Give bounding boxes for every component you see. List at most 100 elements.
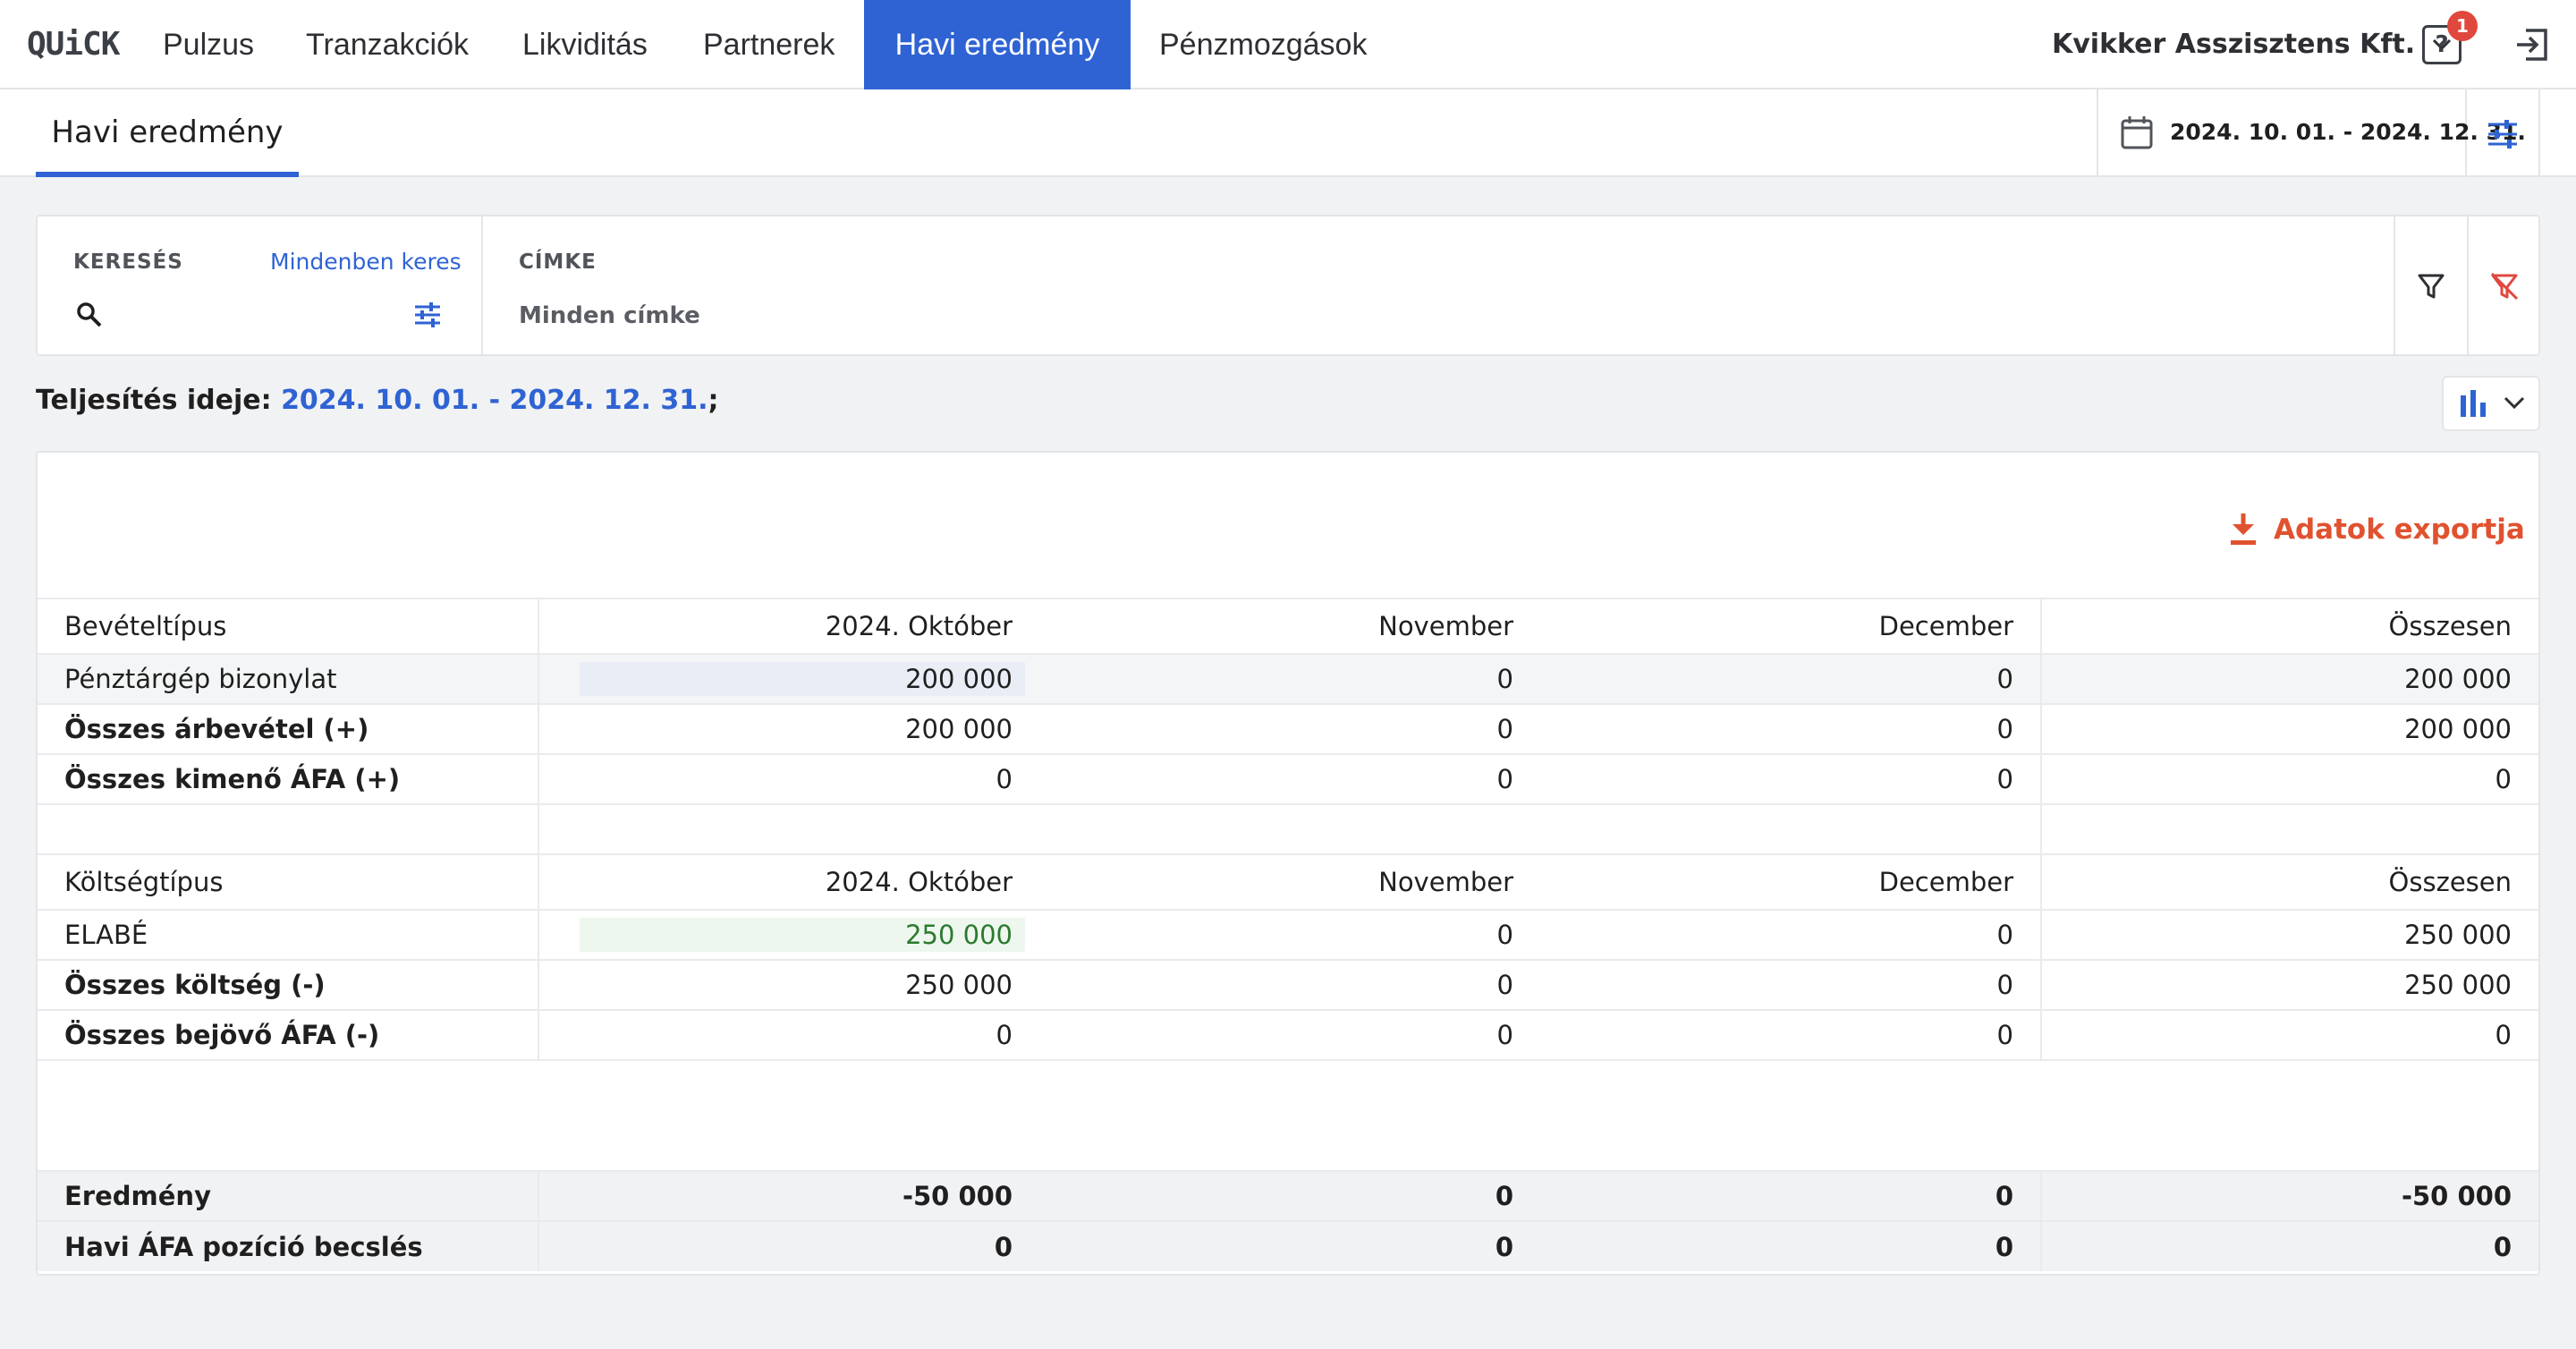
bar-chart-icon <box>2458 388 2488 422</box>
nav-item-likviditas[interactable]: Likviditás <box>522 0 648 89</box>
value-cell: 0 <box>1540 1220 2042 1271</box>
value-cell: 0 <box>1039 1009 1540 1060</box>
value-cell: 0 <box>1039 703 1540 754</box>
value-cell: 0 <box>1540 703 2042 754</box>
value-cell[interactable]: 250 000 <box>580 918 1025 952</box>
value-cell: 0 <box>1540 909 2042 960</box>
value-cell: 250 000 <box>2041 909 2538 960</box>
value-cell: 0 <box>538 753 1039 804</box>
top-navigation: QUiCK Pulzus Tranzakciók Likviditás Part… <box>0 0 2576 89</box>
nav-item-tranzakciok[interactable]: Tranzakciók <box>306 0 469 89</box>
export-label: Adatok exportja <box>2274 513 2525 546</box>
row-label: Összes árbevétel (+) <box>38 703 539 754</box>
table-row: Összes kimenő ÁFA (+) 0 0 0 0 <box>38 753 2538 804</box>
divider <box>2394 216 2395 354</box>
column-header: December <box>1540 598 2042 654</box>
value-cell: 200 000 <box>2041 653 2538 704</box>
table-row: Összes bejövő ÁFA (-) 0 0 0 0 <box>38 1009 2538 1060</box>
nav-item-penzmozgasok[interactable]: Pénzmozgások <box>1159 0 1367 89</box>
tune-icon[interactable] <box>411 299 444 331</box>
table-row[interactable]: Pénztárgép bizonylat 200 000 0 0 200 000 <box>38 653 2538 704</box>
company-name: Kvikker Asszisztens Kft. <box>2052 29 2416 60</box>
table-row: Havi ÁFA pozíció becslés 0 0 0 0 <box>38 1220 2538 1271</box>
tune-icon[interactable] <box>2483 115 2522 154</box>
value-cell: 250 000 <box>538 959 1039 1010</box>
value-cell: 0 <box>1039 959 1540 1010</box>
row-label: Összes kimenő ÁFA (+) <box>38 753 539 804</box>
value-cell: -50 000 <box>2041 1170 2538 1221</box>
value-cell: 0 <box>1039 753 1540 804</box>
row-label: Összes költség (-) <box>38 959 539 1010</box>
tag-label: CÍMKE <box>519 250 597 274</box>
chart-view-toggle[interactable] <box>2442 376 2540 431</box>
value-cell: 0 <box>1540 959 2042 1010</box>
export-button[interactable]: Adatok exportja <box>2227 503 2525 556</box>
value-cell[interactable]: 200 000 <box>580 662 1025 696</box>
value-cell: 250 000 <box>2041 959 2538 1010</box>
column-header: November <box>1039 598 1540 654</box>
nav-item-pulzus[interactable]: Pulzus <box>163 0 254 89</box>
info-date-range[interactable]: 2024. 10. 01. - 2024. 12. 31. <box>281 385 708 416</box>
table-row[interactable]: ELABÉ 250 000 0 0 250 000 <box>38 909 2538 960</box>
company-selector[interactable]: Kvikker Asszisztens Kft. <box>2052 0 2452 89</box>
divider <box>2467 216 2469 354</box>
table-row: Összes árbevétel (+) 200 000 0 0 200 000 <box>38 703 2538 754</box>
column-header: 2024. Október <box>538 853 1039 910</box>
value-cell: 0 <box>538 1220 1039 1271</box>
value-cell: 0 <box>2041 753 2538 804</box>
nav-item-partnerek[interactable]: Partnerek <box>703 0 835 89</box>
value-cell: 0 <box>1039 653 1540 704</box>
filter-panel: KERESÉS Mindenben keres CÍMKE Minden cím… <box>36 215 2540 356</box>
column-header: Összesen <box>2041 853 2538 910</box>
column-header: Bevételtípus <box>38 598 539 654</box>
value-cell: 0 <box>2041 1009 2538 1060</box>
row-label: Összes bejövő ÁFA (-) <box>38 1009 539 1060</box>
date-range-value: 2024. 10. 01. - 2024. 12. 31. <box>2170 119 2526 145</box>
divider <box>2538 89 2540 177</box>
nav-item-havi-eredmeny[interactable]: Havi eredmény <box>864 0 1131 89</box>
row-label: Eredmény <box>38 1170 539 1221</box>
app-logo[interactable]: QUiCK <box>27 25 120 64</box>
download-icon <box>2231 513 2256 545</box>
search-everywhere-link[interactable]: Mindenben keres <box>270 249 462 275</box>
table-spacer-row <box>38 1059 2538 1171</box>
logout-icon[interactable] <box>2512 25 2551 64</box>
search-input[interactable] <box>113 297 426 333</box>
performance-date-info: Teljesítés ideje: 2024. 10. 01. - 2024. … <box>36 385 719 416</box>
table-header-row: Bevételtípus 2024. Október November Dece… <box>38 598 2538 654</box>
search-label: KERESÉS <box>73 250 183 274</box>
filter-clear-icon[interactable] <box>2488 270 2521 302</box>
column-header: Összesen <box>2041 598 2538 654</box>
value-cell: 0 <box>1540 1009 2042 1060</box>
info-prefix: Teljesítés ideje: <box>36 385 272 416</box>
value-cell: 0 <box>538 1009 1039 1060</box>
table-row: Eredmény -50 000 0 0 -50 000 <box>38 1170 2538 1221</box>
value-cell: 0 <box>1540 653 2042 704</box>
row-label: Pénztárgép bizonylat <box>38 653 539 704</box>
table-header-row: Költségtípus 2024. Október November Dece… <box>38 853 2538 910</box>
value-cell: 0 <box>2041 1220 2538 1271</box>
filter-icon[interactable] <box>2415 270 2447 302</box>
monthly-result-report: Adatok exportja Bevételtípus 2024. Októb… <box>36 451 2540 1276</box>
column-header: November <box>1039 853 1540 910</box>
divider <box>481 216 483 354</box>
table-row: Összes költség (-) 250 000 0 0 250 000 <box>38 959 2538 1010</box>
tag-select[interactable]: Minden címke <box>519 302 700 329</box>
chevron-down-icon <box>2503 395 2526 415</box>
notification-badge: 1 <box>2447 11 2478 41</box>
date-range-picker[interactable]: 2024. 10. 01. - 2024. 12. 31. <box>2097 89 2526 177</box>
column-header: December <box>1540 853 2042 910</box>
value-cell: 0 <box>1540 1170 2042 1221</box>
result-table: Bevételtípus 2024. Október November Dece… <box>38 598 2538 1271</box>
value-cell: 0 <box>1039 1220 1540 1271</box>
column-header: 2024. Október <box>538 598 1039 654</box>
search-icon <box>73 299 106 331</box>
value-cell: 200 000 <box>2041 703 2538 754</box>
value-cell: -50 000 <box>538 1170 1039 1221</box>
column-header: Költségtípus <box>38 853 539 910</box>
value-cell: 0 <box>1039 909 1540 960</box>
table-spacer-row <box>38 803 2538 854</box>
row-label: Havi ÁFA pozíció becslés <box>38 1220 539 1271</box>
tab-havi-eredmeny[interactable]: Havi eredmény <box>36 89 299 177</box>
value-cell: 0 <box>1039 1170 1540 1221</box>
